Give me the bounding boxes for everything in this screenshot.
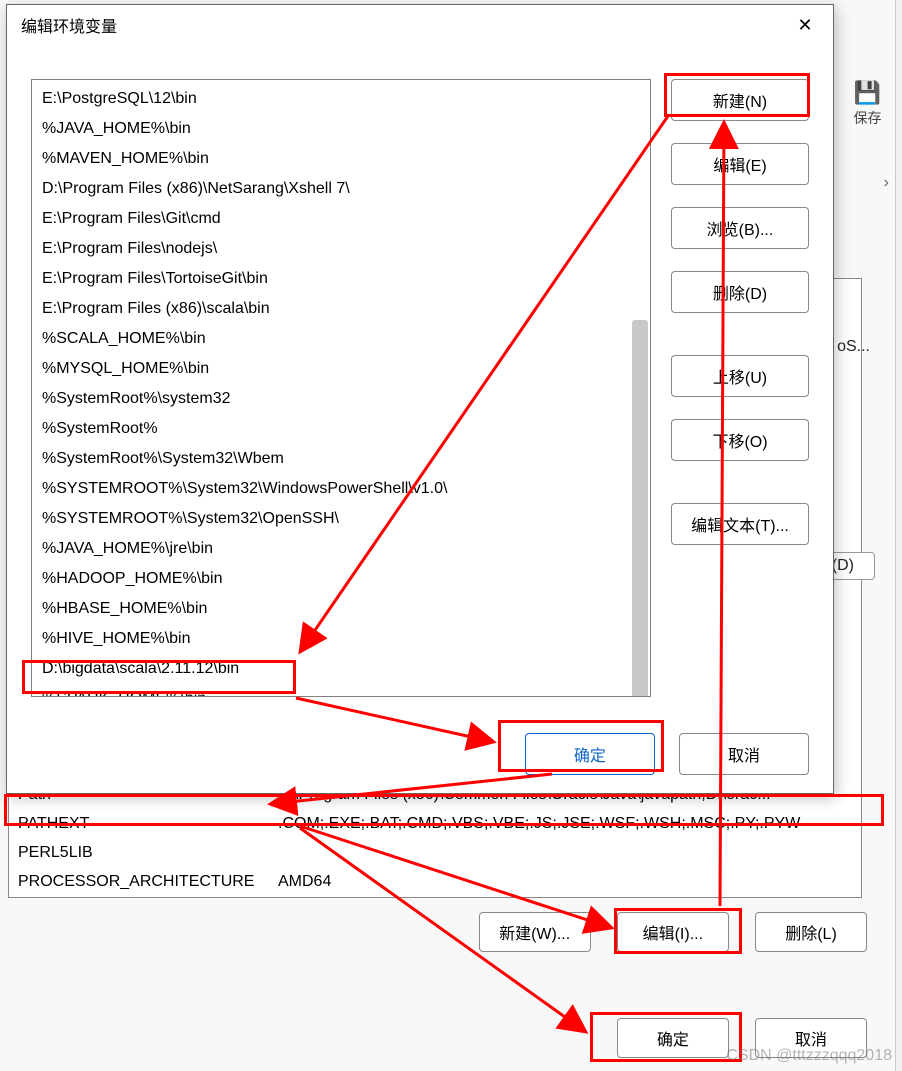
watermark: CSDN @tttzzzqqq2018 (726, 1047, 892, 1065)
annotation-arrows (0, 0, 902, 1071)
